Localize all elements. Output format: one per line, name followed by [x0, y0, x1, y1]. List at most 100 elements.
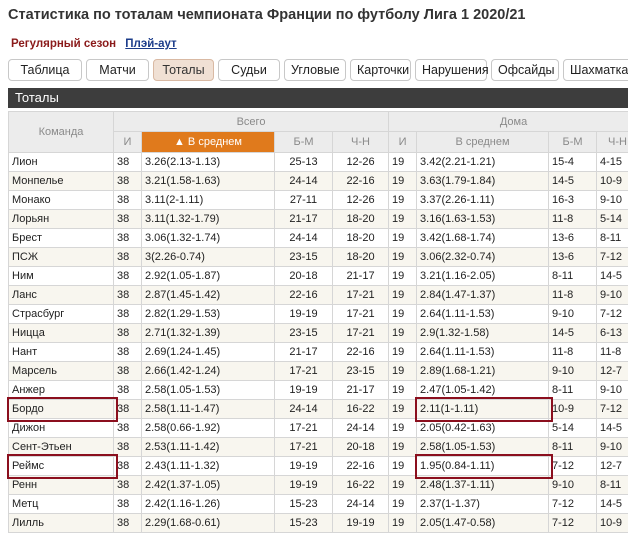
- over-under-cell: 17-21: [274, 437, 333, 457]
- home-average-cell: 2.89(1.68-1.21): [416, 361, 550, 381]
- average-cell: 3.06(1.32-1.74): [141, 228, 275, 248]
- home-average-cell: 3.06(2.32-0.74): [416, 247, 550, 267]
- home-over-under-cell: 16-3: [548, 190, 598, 210]
- team-name[interactable]: Метц: [8, 494, 114, 514]
- tab-matches[interactable]: Матчи: [86, 59, 149, 81]
- average-cell: 2.58(1.05-1.53): [141, 380, 275, 400]
- tab-offsides[interactable]: Офсайды: [491, 59, 559, 81]
- odd-even-cell: 24-14: [331, 494, 390, 514]
- tab-cards[interactable]: Карточки: [350, 59, 411, 81]
- table-row: Ним 38 2.92(1.05-1.87) 20-18 21-17 19 3.21(1.1…: [8, 266, 628, 286]
- home-over-under-cell: 8-11: [548, 437, 598, 457]
- home-odd-even-column-header[interactable]: Ч-Н: [596, 131, 628, 153]
- home-games-cell: 19: [388, 152, 418, 172]
- team-name[interactable]: Ланс: [8, 285, 114, 305]
- tab-crosstable[interactable]: Шахматка: [563, 59, 628, 81]
- team-name[interactable]: Монпелье: [8, 171, 114, 191]
- home-over-under-cell: 8-11: [548, 380, 598, 400]
- average-cell: 3.21(1.58-1.63): [141, 171, 275, 191]
- team-name[interactable]: Реймс: [8, 456, 114, 476]
- odd-even-cell: 23-15: [331, 361, 390, 381]
- team-name[interactable]: Монако: [8, 190, 114, 210]
- team-name[interactable]: ПСЖ: [8, 247, 114, 267]
- home-games-cell: 19: [388, 171, 418, 191]
- home-over-under-cell: 7-12: [548, 494, 598, 514]
- home-games-cell: 19: [388, 475, 418, 495]
- tab-totals[interactable]: Тоталы: [153, 59, 214, 81]
- home-average-cell: 2.64(1.11-1.53): [416, 342, 550, 362]
- home-odd-even-cell: 7-12: [596, 247, 628, 267]
- team-name[interactable]: Бордо: [8, 399, 114, 419]
- playout-link[interactable]: Плэй-аут: [125, 38, 176, 50]
- average-column-header-sorted[interactable]: ▲ В среднем: [141, 131, 275, 153]
- games-cell: 38: [113, 190, 142, 210]
- page-title: Статистика по тоталам чемпионата Франции…: [8, 7, 526, 23]
- over-under-column-header[interactable]: Б-М: [274, 131, 333, 153]
- odd-even-column-header[interactable]: Ч-Н: [331, 131, 390, 153]
- average-cell: 2.82(1.29-1.53): [141, 304, 275, 324]
- home-games-cell: 19: [388, 190, 418, 210]
- team-column-header[interactable]: Команда: [8, 111, 114, 153]
- home-over-under-cell: 14-5: [548, 323, 598, 343]
- table-row: Анжер 38 2.58(1.05-1.53) 19-19 21-17 19 2.47(1…: [8, 380, 628, 400]
- games-cell: 38: [113, 437, 142, 457]
- home-average-cell: 2.11(1-1.11): [416, 399, 550, 419]
- team-name[interactable]: Брест: [8, 228, 114, 248]
- table-row: Ренн 38 2.42(1.37-1.05) 19-19 16-22 19 2.48(1.…: [8, 475, 628, 495]
- home-over-under-cell: 15-4: [548, 152, 598, 172]
- team-name[interactable]: Марсель: [8, 361, 114, 381]
- home-over-under-cell: 11-8: [548, 342, 598, 362]
- over-under-cell: 17-21: [274, 418, 333, 438]
- games-column-header[interactable]: И: [113, 131, 142, 153]
- average-cell: 2.87(1.45-1.42): [141, 285, 275, 305]
- odd-even-cell: 22-16: [331, 456, 390, 476]
- over-under-cell: 23-15: [274, 323, 333, 343]
- home-over-under-column-header[interactable]: Б-М: [548, 131, 598, 153]
- team-name[interactable]: Нант: [8, 342, 114, 362]
- team-name[interactable]: Лилль: [8, 513, 114, 533]
- home-games-cell: 19: [388, 399, 418, 419]
- table-row: Монпелье 38 3.21(1.58-1.63) 24-14 22-16 19 3.6…: [8, 171, 628, 191]
- tab-corners[interactable]: Угловые: [284, 59, 346, 81]
- home-over-under-cell: 11-8: [548, 285, 598, 305]
- team-name[interactable]: Лорьян: [8, 209, 114, 229]
- tab-fouls[interactable]: Нарушения: [415, 59, 489, 81]
- team-name[interactable]: Ренн: [8, 475, 114, 495]
- table-row: Лорьян 38 3.11(1.32-1.79) 21-17 18-20 19 3.16(…: [8, 209, 628, 229]
- home-average-cell: 2.05(0.42-1.63): [416, 418, 550, 438]
- home-odd-even-cell: 10-9: [596, 513, 628, 533]
- home-average-cell: 3.16(1.63-1.53): [416, 209, 550, 229]
- over-under-cell: 27-11: [274, 190, 333, 210]
- tab-referees[interactable]: Судьи: [218, 59, 280, 81]
- games-cell: 38: [113, 323, 142, 343]
- games-cell: 38: [113, 342, 142, 362]
- section-title: Тоталы: [15, 90, 59, 105]
- team-name[interactable]: Лион: [8, 152, 114, 172]
- home-odd-even-cell: 4-15: [596, 152, 628, 172]
- team-name[interactable]: Сент-Этьен: [8, 437, 114, 457]
- table-row: Лион 38 3.26(2.13-1.13) 25-13 12-26 19 3.42(2.…: [8, 152, 628, 172]
- home-games-cell: 19: [388, 285, 418, 305]
- home-average-column-header[interactable]: В среднем: [416, 131, 550, 153]
- home-games-column-header[interactable]: И: [388, 131, 418, 153]
- table-row: Дижон 38 2.58(0.66-1.92) 17-21 24-14 19 2.05(0…: [8, 418, 628, 438]
- tab-table[interactable]: Таблица: [8, 59, 82, 81]
- home-odd-even-cell: 5-14: [596, 209, 628, 229]
- games-cell: 38: [113, 513, 142, 533]
- home-games-cell: 19: [388, 494, 418, 514]
- team-name[interactable]: Анжер: [8, 380, 114, 400]
- team-name[interactable]: Ницца: [8, 323, 114, 343]
- home-over-under-cell: 7-12: [548, 456, 598, 476]
- team-name[interactable]: Ним: [8, 266, 114, 286]
- average-cell: 2.53(1.11-1.42): [141, 437, 275, 457]
- home-odd-even-cell: 14-5: [596, 266, 628, 286]
- odd-even-cell: 16-22: [331, 399, 390, 419]
- home-games-cell: 19: [388, 247, 418, 267]
- home-average-cell: 2.48(1.37-1.11): [416, 475, 550, 495]
- team-name[interactable]: Дижон: [8, 418, 114, 438]
- table-row: Брест 38 3.06(1.32-1.74) 24-14 18-20 19 3.42(1…: [8, 228, 628, 248]
- home-games-cell: 19: [388, 437, 418, 457]
- table-row: Сент-Этьен 38 2.53(1.11-1.42) 17-21 20-18 19 2…: [8, 437, 628, 457]
- home-over-under-cell: 7-12: [548, 513, 598, 533]
- team-name[interactable]: Страсбург: [8, 304, 114, 324]
